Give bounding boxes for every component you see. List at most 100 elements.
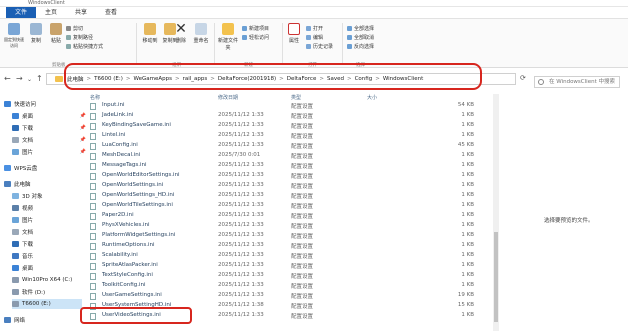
back-arrow-icon[interactable]: ← xyxy=(4,74,11,83)
file-row[interactable]: PlatformWidgetSettings.ini 2025/11/12 1:3… xyxy=(88,231,490,241)
column-header-size[interactable]: 大小 xyxy=(367,94,377,101)
sidebar-item-desktop[interactable]: 桌面 📌 xyxy=(12,111,90,121)
delete-button[interactable]: ✕ 删除 xyxy=(171,22,191,44)
sidebar-item-this-pc[interactable]: 此电脑 xyxy=(4,179,82,189)
breadcrumb-drive-e[interactable]: T6600 (E:) xyxy=(94,76,123,82)
rename-button[interactable]: 重命名 xyxy=(191,23,211,44)
file-date: 2025/11/12 1:33 xyxy=(218,292,264,298)
new-item-label: 新建项目 xyxy=(249,26,270,32)
cut-button[interactable]: 剪切 xyxy=(66,25,83,32)
file-row[interactable]: UserSystemSettingHD.ini 2025/11/12 1:38 配置… xyxy=(88,301,490,311)
sidebar-item-pictures[interactable]: 图片 📌 xyxy=(12,147,90,157)
breadcrumb-deltaforce-id[interactable]: DeltaForce(2001918) xyxy=(218,76,276,82)
paste-button[interactable]: 粘贴 xyxy=(46,23,66,44)
breadcrumb-saved[interactable]: Saved xyxy=(327,76,344,82)
breadcrumb-this-pc[interactable]: 此电脑 xyxy=(67,75,84,83)
history-button[interactable]: 历史记录 xyxy=(306,43,333,50)
tab-file[interactable]: 文件 xyxy=(6,7,37,18)
invert-selection-button[interactable]: 反向选择 xyxy=(347,43,374,50)
open-button[interactable]: 打开 xyxy=(306,25,323,32)
file-row[interactable]: TextStyleConfig.ini 2025/11/12 1:33 配置设置 1 … xyxy=(88,271,490,281)
file-date: 2025/11/12 1:38 xyxy=(218,302,264,308)
sidebar-item-downloads[interactable]: 下载 📌 xyxy=(12,123,90,133)
easy-access-button[interactable]: 轻松访问 xyxy=(242,34,269,41)
column-header-type[interactable]: 类型 xyxy=(291,94,301,101)
ini-file-icon xyxy=(90,193,96,200)
file-row[interactable]: LuaConfig.ini 2025/11/12 1:33 配置设置 45 KB xyxy=(88,141,490,151)
ini-file-icon xyxy=(90,173,96,180)
file-name: MeshDecal.ini xyxy=(102,152,141,158)
file-row[interactable]: PhysXVehicles.ini 2025/11/12 1:33 配置设置 1 KB xyxy=(88,221,490,231)
file-type: 配置设置 xyxy=(291,254,314,260)
breadcrumb-wegameapps[interactable]: WeGameApps xyxy=(133,76,171,82)
sidebar-item-downloads-pc[interactable]: 下载 xyxy=(12,239,90,249)
sidebar-item-pictures-pc[interactable]: 图片 xyxy=(12,215,90,225)
file-row[interactable]: JadeLink.ini 2025/11/12 1:33 配置设置 1 KB xyxy=(88,111,490,121)
select-all-button[interactable]: 全部选择 xyxy=(347,25,374,32)
address-bar[interactable]: 此电脑 > T6600 (E:) > WeGameApps > rail_app… xyxy=(46,73,516,85)
file-row[interactable]: SpriteAtlasPacker.ini 2025/11/12 1:33 配置设置… xyxy=(88,261,490,271)
file-row[interactable]: MeshDecal.ini 2025/7/30 0:01 配置设置 1 KB xyxy=(88,151,490,161)
file-row[interactable]: Scalability.ini 2025/11/12 1:33 配置设置 1 KB xyxy=(88,251,490,261)
file-row[interactable]: Lintel.ini 2025/11/12 1:33 配置设置 1 KB xyxy=(88,131,490,141)
breadcrumb-config[interactable]: Config xyxy=(355,76,373,82)
edit-button[interactable]: 编辑 xyxy=(306,34,323,41)
breadcrumb-windowsclient[interactable]: WindowsClient xyxy=(383,76,423,82)
scrollbar-thumb[interactable] xyxy=(494,232,498,322)
file-row[interactable]: OpenWorldTileSettings.ini 2025/11/12 1:33… xyxy=(88,201,490,211)
file-row[interactable]: UserGameSettings.ini 2025/11/12 1:33 配置设置 1… xyxy=(88,291,490,301)
sidebar-item-drive-c[interactable]: Win10Pro X64 (C:) xyxy=(12,275,90,285)
sidebar-item-desktop-pc[interactable]: 桌面 xyxy=(12,263,90,273)
sidebar-item-quick-access[interactable]: 快速访问 xyxy=(4,99,82,109)
move-to-button[interactable]: 移动到 xyxy=(140,23,160,44)
file-row[interactable]: RuntimeOptions.ini 2025/11/12 1:33 配置设置 1 K… xyxy=(88,241,490,251)
sidebar-item-drive-d[interactable]: 软件 (D:) xyxy=(12,287,90,297)
select-none-button[interactable]: 全部取消 xyxy=(347,34,374,41)
sidebar-item-3d-objects[interactable]: 3D 对象 xyxy=(12,191,90,201)
search-input[interactable]: 在 WindowsClient 中搜索 xyxy=(534,76,620,88)
pin-quick-access-button[interactable]: 固定到快速访问 xyxy=(4,23,24,49)
up-arrow-icon[interactable]: ↑ xyxy=(36,74,43,83)
new-item-button[interactable]: 新建项目 xyxy=(242,25,269,32)
copy-path-button[interactable]: 复制路径 xyxy=(66,34,93,41)
sidebar-item-drive-e[interactable]: T6600 (E:) xyxy=(12,299,82,309)
new-folder-button[interactable]: 新建文件夹 xyxy=(218,23,238,51)
properties-button[interactable]: 属性 xyxy=(284,23,304,44)
sidebar-item-label: 下载 xyxy=(22,242,34,248)
paste-shortcut-button[interactable]: 粘贴快捷方式 xyxy=(66,43,103,50)
sidebar-item-documents[interactable]: 文档 📌 xyxy=(12,135,90,145)
tab-share[interactable]: 共享 xyxy=(66,7,96,18)
ini-file-icon xyxy=(90,303,96,310)
ini-file-icon xyxy=(90,203,96,210)
file-date: 2025/11/12 1:33 xyxy=(218,192,264,198)
column-header-date[interactable]: 修改日期 xyxy=(218,94,238,101)
tab-home[interactable]: 主页 xyxy=(36,7,66,18)
tab-view[interactable]: 查看 xyxy=(96,7,126,18)
sidebar-item-wps-cloud[interactable]: WPS云盘 xyxy=(4,163,82,173)
sidebar-item-documents-pc[interactable]: 文档 xyxy=(12,227,90,237)
sidebar-item-network[interactable]: 网络 xyxy=(4,315,82,325)
sidebar-item-videos[interactable]: 视频 xyxy=(12,203,90,213)
preview-message: 选择要预览的文件。 xyxy=(544,218,594,224)
file-row[interactable]: OpenWorldSettings_HD.ini 2025/11/12 1:33 配… xyxy=(88,191,490,201)
breadcrumb-rail-apps[interactable]: rail_apps xyxy=(183,76,208,82)
sidebar-item-music[interactable]: 音乐 xyxy=(12,251,90,261)
file-row[interactable]: Paper2D.ini 2025/11/12 1:33 配置设置 1 KB xyxy=(88,211,490,221)
breadcrumb-deltaforce[interactable]: DeltaForce xyxy=(287,76,317,82)
file-row[interactable]: MessageTags.ini 2025/11/12 1:33 配置设置 1 KB xyxy=(88,161,490,171)
refresh-icon[interactable]: ⟳ xyxy=(520,74,526,82)
file-row[interactable]: UserVideoSettings.ini 2025/11/12 1:33 配置设置… xyxy=(88,311,490,321)
file-size: 1 KB xyxy=(461,222,474,228)
forward-arrow-icon[interactable]: → xyxy=(16,74,23,83)
file-row[interactable]: Input.ini 配置设置 54 KB xyxy=(88,101,490,111)
copy-button[interactable]: 复制 xyxy=(26,23,46,44)
file-row[interactable]: OpenWorldSettings.ini 2025/11/12 1:33 配置设置… xyxy=(88,181,490,191)
recent-dropdown-icon[interactable]: ⌄ xyxy=(27,76,32,83)
file-type: 配置设置 xyxy=(291,144,314,150)
file-row[interactable]: ToolkitConfig.ini 2025/11/12 1:33 配置设置 1 KB xyxy=(88,281,490,291)
file-date: 2025/11/12 1:33 xyxy=(218,212,264,218)
column-header-name[interactable]: 名称 xyxy=(90,94,100,101)
file-row[interactable]: KeyBindingSaveGame.ini 2025/11/12 1:33 配置设… xyxy=(88,121,490,131)
new-item-icon xyxy=(242,26,247,31)
file-row[interactable]: OpenWorldEditorSettings.ini 2025/11/12 1:… xyxy=(88,171,490,181)
